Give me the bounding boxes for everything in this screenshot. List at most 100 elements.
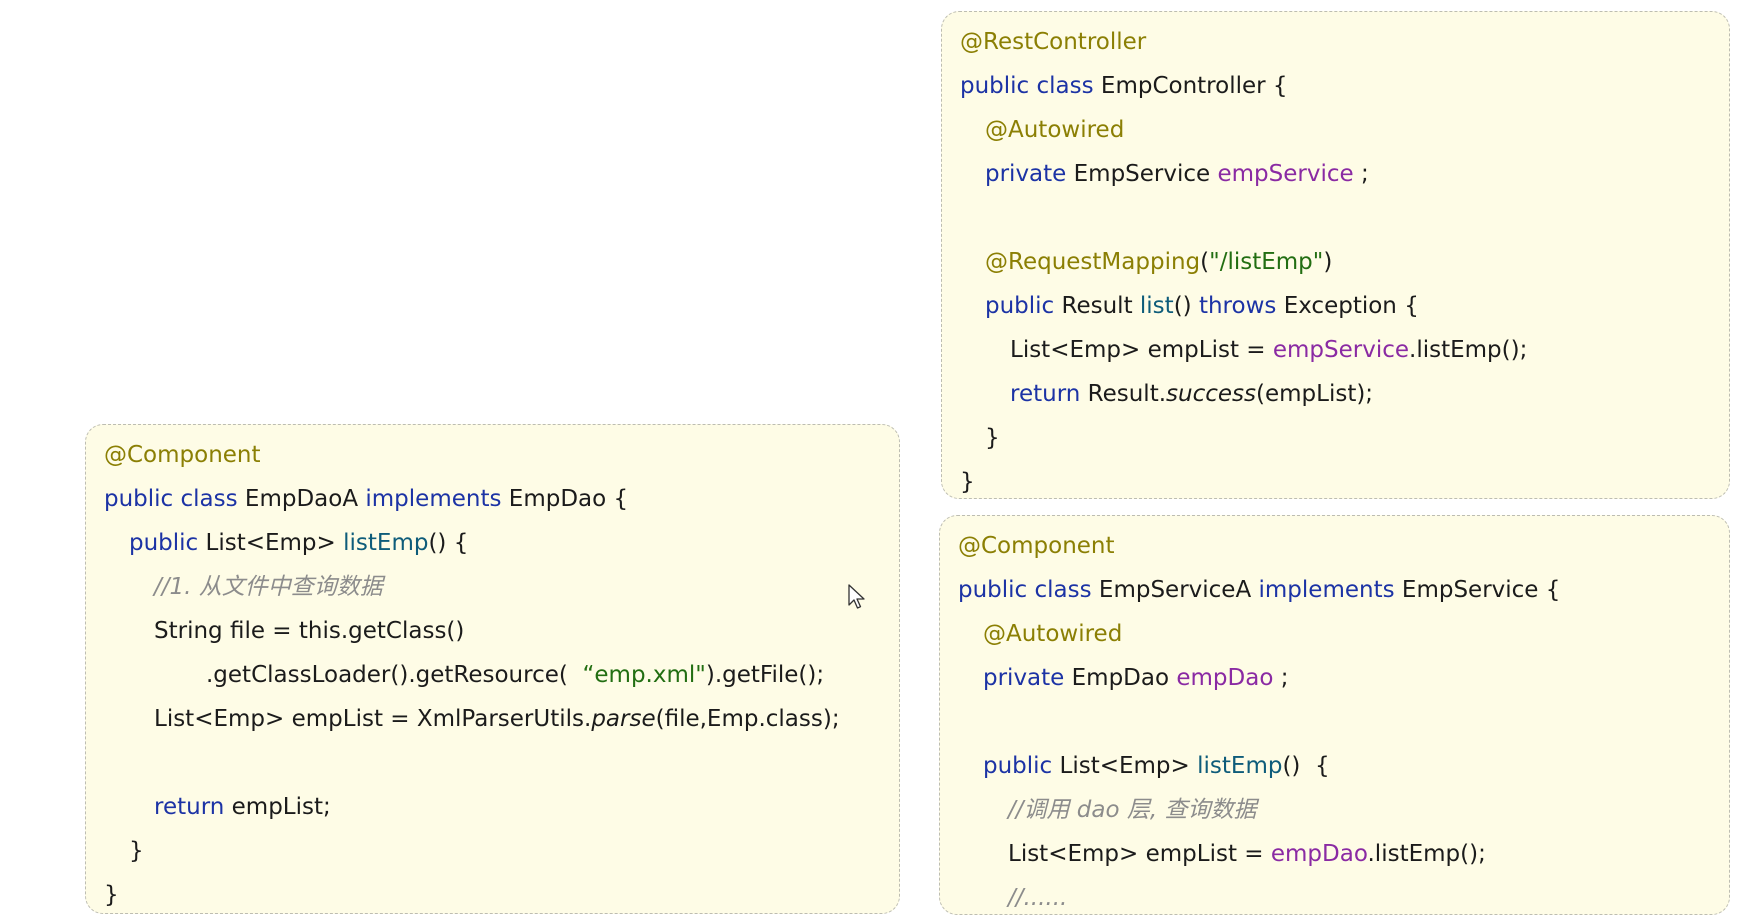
- code-token: listEmp: [343, 530, 429, 556]
- code-line: public List<Emp> listEmp() {: [940, 744, 1729, 788]
- code-token: () {: [1282, 753, 1330, 779]
- code-token: }: [960, 469, 975, 495]
- code-token: @Autowired: [983, 621, 1123, 647]
- code-token: "/listEmp": [1209, 249, 1324, 275]
- code-token: public: [983, 753, 1060, 779]
- code-token: success: [1166, 381, 1256, 407]
- code-token: ).getFile();: [705, 662, 825, 688]
- code-token: empList;: [231, 794, 331, 820]
- code-token: () {: [428, 530, 469, 556]
- code-token: List<Emp> empList =: [1008, 841, 1271, 867]
- code-line: public Result list() throws Exception {: [942, 284, 1729, 328]
- mouse-pointer-icon: [848, 584, 865, 609]
- code-line: public class EmpServiceA implements EmpS…: [940, 568, 1729, 612]
- code-token: implements: [365, 486, 509, 512]
- code-token: @RestController: [960, 29, 1147, 55]
- code-line: }: [86, 873, 899, 917]
- code-token: Exception {: [1283, 293, 1419, 319]
- code-token: EmpServiceA: [1098, 577, 1259, 603]
- code-token: (: [1200, 249, 1210, 275]
- code-token: empDao: [1176, 665, 1274, 691]
- code-line: public class EmpDaoA implements EmpDao {: [86, 477, 899, 521]
- code-token: public class: [104, 486, 245, 512]
- code-line: }: [942, 460, 1729, 504]
- code-token: List<Emp>: [205, 530, 344, 556]
- code-line: @Component: [86, 433, 899, 477]
- code-line: @RequestMapping("/listEmp"): [942, 240, 1729, 284]
- code-token: .listEmp();: [1367, 841, 1486, 867]
- code-token: @RequestMapping: [985, 249, 1201, 275]
- code-token: return: [154, 794, 232, 820]
- code-token: EmpDao: [1071, 665, 1177, 691]
- code-line: return Result.success(empList);: [942, 372, 1729, 416]
- code-token: public: [985, 293, 1062, 319]
- code-token: List<Emp>: [1059, 753, 1198, 779]
- emp-dao-a-code-panel: @Component public class EmpDaoA implement…: [85, 424, 900, 914]
- code-token: Result: [1061, 293, 1140, 319]
- code-token: String file = this.getClass(): [154, 618, 465, 644]
- code-token: @Component: [958, 533, 1115, 559]
- code-token: }: [129, 838, 144, 864]
- code-line: }: [86, 829, 899, 873]
- code-token: empService: [1272, 337, 1410, 363]
- code-token: (): [1173, 293, 1199, 319]
- code-token: private: [983, 665, 1072, 691]
- code-line: @Component: [940, 524, 1729, 568]
- code-line: //1. 从文件中查询数据: [86, 565, 899, 609]
- code-token: empDao: [1270, 841, 1368, 867]
- code-token: empService: [1217, 161, 1354, 187]
- code-line: String file = this.getClass(): [86, 609, 899, 653]
- code-token: //1. 从文件中查询数据: [154, 574, 383, 600]
- code-token: public: [129, 530, 206, 556]
- code-token: List<Emp> empList =: [1010, 337, 1273, 363]
- code-token: @Component: [104, 442, 261, 468]
- code-token: .listEmp();: [1409, 337, 1528, 363]
- code-token: ;: [1273, 665, 1289, 691]
- code-line: return empList;: [86, 785, 899, 829]
- code-token: public class: [958, 577, 1099, 603]
- code-token: .getClassLoader().getResource(: [206, 662, 583, 688]
- code-line: public class EmpController {: [942, 64, 1729, 108]
- code-token: list: [1139, 293, 1174, 319]
- code-token: List<Emp> empList = XmlParserUtils.: [154, 706, 592, 732]
- code-line: //调用 dao 层, 查询数据: [940, 788, 1729, 832]
- code-line: public List<Emp> listEmp() {: [86, 521, 899, 565]
- code-token: }: [985, 425, 1000, 451]
- code-token: }: [104, 882, 119, 908]
- code-line: @Autowired: [940, 612, 1729, 656]
- code-token: EmpController {: [1100, 73, 1288, 99]
- code-line: List<Emp> empList = empDao.listEmp();: [940, 832, 1729, 876]
- code-token: EmpService {: [1401, 577, 1561, 603]
- code-token: //......: [1008, 885, 1068, 911]
- code-line: @Autowired: [942, 108, 1729, 152]
- code-line: List<Emp> empList = empService.listEmp()…: [942, 328, 1729, 372]
- code-token: implements: [1258, 577, 1402, 603]
- code-token: parse: [591, 706, 656, 732]
- code-line: //......: [940, 876, 1729, 920]
- code-token: (file,Emp.class);: [655, 706, 840, 732]
- code-token: (empList);: [1256, 381, 1374, 407]
- code-token: EmpService: [1073, 161, 1218, 187]
- code-token: return: [1010, 381, 1088, 407]
- code-line: @RestController: [942, 20, 1729, 64]
- code-token: public class: [960, 73, 1101, 99]
- code-token: “emp.xml": [582, 662, 706, 688]
- code-token: ): [1323, 249, 1333, 275]
- code-token: EmpDao {: [508, 486, 629, 512]
- code-line: private EmpDao empDao ;: [940, 656, 1729, 700]
- code-token: Result.: [1087, 381, 1167, 407]
- code-token: //调用 dao 层, 查询数据: [1008, 797, 1257, 823]
- code-token: private: [985, 161, 1074, 187]
- code-line: List<Emp> empList = XmlParserUtils.parse…: [86, 697, 899, 741]
- emp-controller-code-panel: @RestController public class EmpControlle…: [941, 11, 1730, 499]
- code-token: ;: [1353, 161, 1369, 187]
- code-line: private EmpService empService ;: [942, 152, 1729, 196]
- code-token: listEmp: [1197, 753, 1283, 779]
- code-token: @Autowired: [985, 117, 1125, 143]
- code-token: EmpDaoA: [244, 486, 366, 512]
- code-line: .getClassLoader().getResource( “emp.xml"…: [86, 653, 899, 697]
- emp-service-a-code-panel: @Component public class EmpServiceA imple…: [939, 515, 1730, 915]
